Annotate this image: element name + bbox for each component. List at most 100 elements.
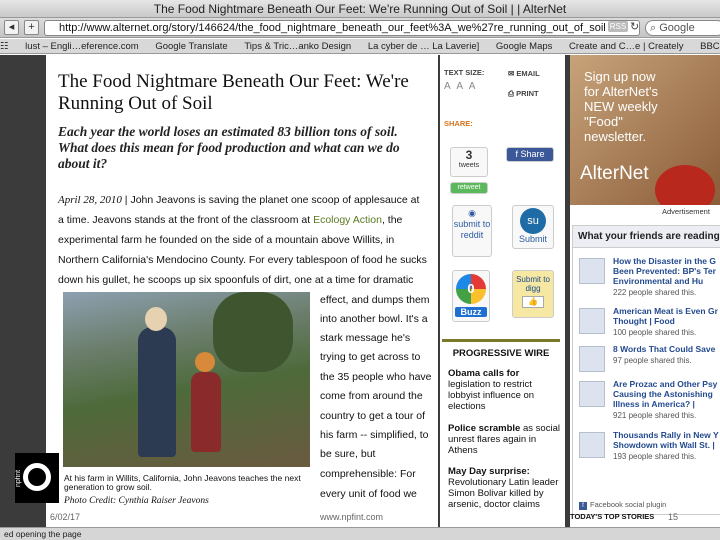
facebook-plugin-label: f Facebook social plugin bbox=[579, 500, 666, 510]
retweet-button[interactable]: retweet bbox=[450, 182, 488, 194]
tweetmeme-counter[interactable]: 3 tweets bbox=[450, 147, 488, 177]
photo-girl bbox=[191, 372, 221, 452]
bookmarks-bar: ☷ lust – Engli…eference.com Google Trans… bbox=[0, 39, 720, 54]
bookmark-item[interactable]: Create and C…e | Creately bbox=[569, 39, 683, 53]
wire-item[interactable]: Obama calls for legislation to restrict … bbox=[448, 368, 560, 412]
wire-item[interactable]: May Day surprise: Revolutionary Latin le… bbox=[448, 466, 560, 510]
photo-man bbox=[138, 327, 176, 457]
text-size-label: TEXT SIZE: bbox=[444, 68, 485, 77]
article-line: Northern California's Mendocino County. … bbox=[58, 254, 427, 266]
bookmark-item[interactable]: lust – Engli…eference.com bbox=[25, 39, 139, 53]
story-thumbnail bbox=[579, 258, 605, 284]
bookmarks-icon[interactable]: ☷ bbox=[0, 39, 9, 53]
photo-man-head bbox=[145, 307, 167, 331]
url-field[interactable]: http://www.alternet.org/story/146624/the… bbox=[44, 20, 640, 36]
search-input[interactable]: ⌕ Google bbox=[645, 20, 720, 36]
ecology-action-link[interactable]: Ecology Action bbox=[313, 214, 382, 226]
story-title[interactable]: American Meat is Even Gr Thought | Food bbox=[613, 306, 720, 326]
bookmark-item[interactable]: BBC N bbox=[700, 39, 720, 53]
bookmark-item[interactable]: La cyber de … La Laverie] bbox=[368, 39, 479, 53]
article-line: be sure, but bbox=[320, 448, 376, 460]
alternet-logo: AlterNet bbox=[580, 163, 649, 184]
article-line: his farm -- simplified, to bbox=[320, 429, 429, 441]
address-toolbar: ◂ + http://www.alternet.org/story/146624… bbox=[0, 18, 720, 38]
search-placeholder: Google bbox=[659, 22, 695, 34]
print-label: PRINT bbox=[516, 89, 539, 98]
reload-icon[interactable]: ↻ bbox=[630, 20, 639, 33]
slide-footer-url: www.npfint.com bbox=[320, 512, 384, 522]
npfint-logo-mark bbox=[23, 463, 51, 491]
story-title[interactable]: Thousands Rally in New Y Showdown with W… bbox=[613, 430, 720, 450]
facebook-icon: f bbox=[579, 502, 587, 510]
story-title[interactable]: 8 Words That Could Save bbox=[613, 344, 720, 354]
article-line: April 28, 2010 | John Jeavons is saving … bbox=[58, 194, 419, 206]
share-count: 97 people shared this. bbox=[613, 356, 692, 365]
npfint-logo: npfint bbox=[15, 453, 59, 503]
ad-label: Advertisement bbox=[662, 207, 710, 216]
add-bookmark-button[interactable]: + bbox=[24, 20, 39, 35]
share-count: 222 people shared this. bbox=[613, 288, 697, 297]
facebook-share-button[interactable]: f Share bbox=[506, 147, 554, 162]
photo-caption: At his farm in Willits, California, John… bbox=[64, 473, 301, 492]
stumbleupon-icon: su bbox=[520, 208, 546, 234]
reddit-button[interactable]: ◉ submit to reddit bbox=[452, 205, 492, 257]
article-line: stark message he's bbox=[320, 332, 411, 344]
progressive-wire-title: PROGRESSIVE WIRE bbox=[442, 339, 560, 359]
facebook-plugin-text: Facebook social plugin bbox=[590, 500, 667, 509]
article-line: into another bowl. It's a bbox=[320, 313, 428, 325]
email-button[interactable]: ✉ EMAIL bbox=[508, 69, 540, 78]
digg-button[interactable]: Submit to digg 👍 bbox=[512, 270, 554, 318]
friends-reading-title: What your friends are reading bbox=[573, 226, 720, 248]
buzz-count: 0 bbox=[467, 281, 475, 296]
article-line: country to get a tour of bbox=[320, 410, 426, 422]
story-thumbnail bbox=[579, 381, 605, 407]
right-sidebar: Sign up now for AlterNet's NEW weekly "F… bbox=[570, 55, 720, 527]
facebook-share-label: Share bbox=[520, 149, 545, 159]
bookmark-item[interactable]: Google Maps bbox=[496, 39, 553, 53]
wire-item-lead: May Day surprise: bbox=[448, 466, 530, 477]
print-button[interactable]: ⎙ PRINT bbox=[508, 89, 539, 99]
apple-image bbox=[655, 165, 715, 205]
story-title[interactable]: Are Prozac and Other Psy Causing the Ast… bbox=[613, 379, 720, 409]
slide-date: 6/02/17 bbox=[50, 512, 81, 522]
back-button[interactable]: ◂ bbox=[4, 20, 19, 35]
text-size-options[interactable]: A A A bbox=[444, 81, 477, 92]
article-line: the 35 people who have bbox=[320, 371, 432, 383]
google-buzz-button[interactable]: 0 Buzz bbox=[452, 270, 490, 322]
article-line: down his gullet, he scoops up six spoonf… bbox=[58, 274, 414, 286]
article-headline: The Food Nightmare Beneath Our Feet: We'… bbox=[58, 71, 409, 114]
article-dek: Each year the world loses an estimated 8… bbox=[58, 124, 400, 171]
wire-item-text: Revolutionary Latin leader Simon Bolivar… bbox=[448, 477, 559, 510]
todays-top-stories: TODAY'S TOP STORIES bbox=[570, 512, 655, 521]
buzz-label: Buzz bbox=[455, 307, 487, 317]
bookmark-item[interactable]: Tips & Tric…anko Design bbox=[244, 39, 351, 53]
article-text: , the bbox=[381, 214, 403, 226]
reddit-icon: ◉ bbox=[468, 208, 476, 218]
reddit-label: submit to reddit bbox=[453, 219, 491, 240]
page-content: The Food Nightmare Beneath Our Feet: We'… bbox=[0, 55, 720, 527]
wire-item[interactable]: Police scramble as social unrest flares … bbox=[448, 423, 560, 456]
share-count: 921 people shared this. bbox=[613, 411, 697, 420]
article-line: comprehensible: For bbox=[320, 468, 416, 480]
tweet-label: tweets bbox=[458, 162, 480, 169]
share-count: 100 people shared this. bbox=[613, 328, 697, 337]
article-line: effect, and dumps them bbox=[320, 294, 430, 306]
tweet-count: 3 bbox=[465, 148, 473, 162]
photo-tree bbox=[213, 292, 293, 372]
search-icon: ⌕ bbox=[650, 22, 660, 34]
printer-icon: ⎙ bbox=[508, 89, 517, 98]
story-title[interactable]: How the Disaster in the G Been Prevented… bbox=[613, 256, 720, 286]
status-bar: ed opening the page bbox=[0, 527, 720, 540]
newsletter-ad[interactable]: Sign up now for AlterNet's NEW weekly "F… bbox=[570, 55, 720, 205]
story-thumbnail bbox=[579, 308, 605, 334]
buzz-icon: 0 bbox=[456, 274, 486, 304]
story-thumbnail bbox=[579, 346, 605, 372]
photo-girl-head bbox=[195, 352, 215, 372]
bookmark-item[interactable]: Google Translate bbox=[155, 39, 227, 53]
article-line: a time. Jeavons stands at the front of t… bbox=[58, 214, 402, 226]
browser-window: The Food Nightmare Beneath Our Feet: We'… bbox=[0, 0, 720, 540]
stumbleupon-button[interactable]: su Submit bbox=[512, 205, 554, 249]
wire-item-text: legislation to restrict lobbyist influen… bbox=[448, 379, 535, 412]
rss-button[interactable]: RSS bbox=[608, 21, 628, 32]
article: The Food Nightmare Beneath Our Feet: We'… bbox=[46, 55, 438, 527]
